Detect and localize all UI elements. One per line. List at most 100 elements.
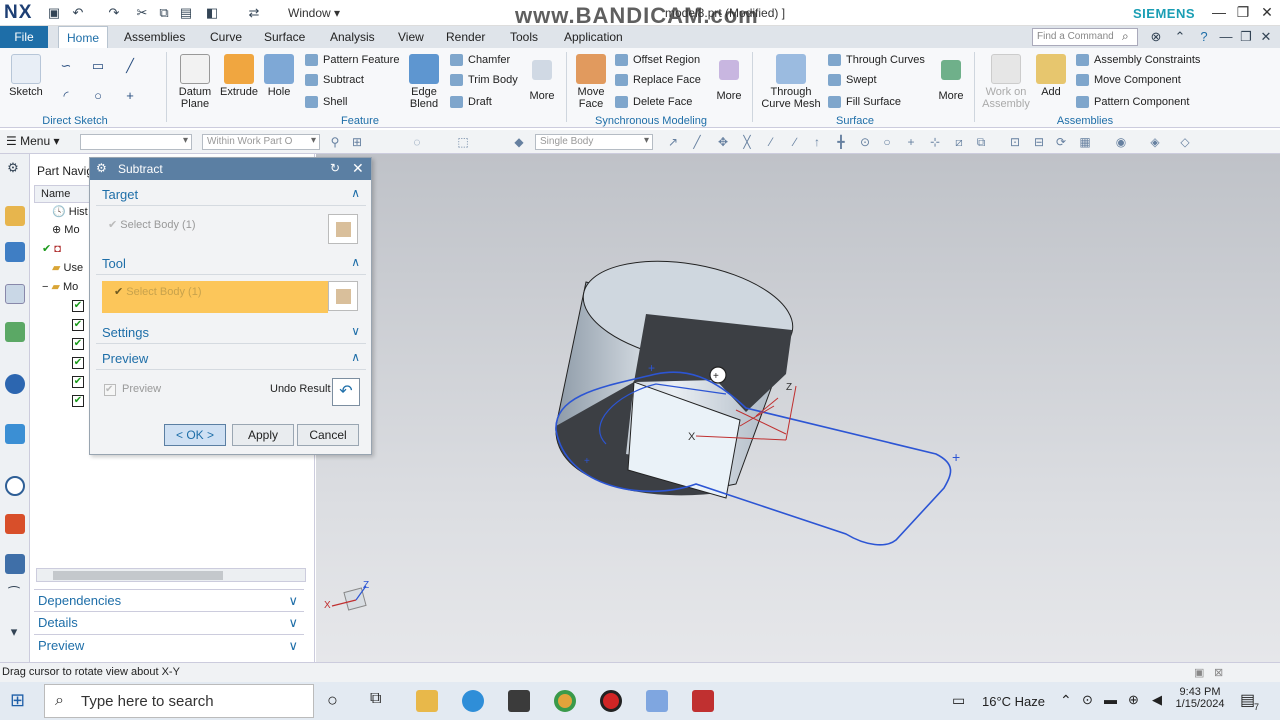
settings-gear-icon[interactable]: ⚙ — [5, 160, 21, 176]
preview-panel[interactable]: Preview ∨ — [34, 634, 304, 656]
type-filter-select[interactable] — [80, 134, 192, 150]
preview-checkbox[interactable]: ✔ — [104, 384, 116, 396]
file-explorer-icon[interactable] — [416, 690, 438, 712]
part-navigator-icon[interactable] — [5, 284, 25, 304]
touch-mode-icon[interactable]: ◧ — [204, 5, 220, 21]
fullscreen-icon[interactable]: ▣ — [1194, 666, 1204, 679]
undo-result-button[interactable]: ↶ — [332, 378, 360, 406]
zoom-icon[interactable]: ⊟ — [1032, 135, 1046, 149]
tray-expand-icon[interactable]: ⌃ — [1060, 692, 1072, 709]
sketch-button[interactable]: Sketch — [6, 54, 46, 98]
web-browser-icon[interactable] — [5, 374, 25, 394]
window-menu[interactable]: Window ▾ — [288, 6, 340, 20]
swept-button[interactable]: Swept — [828, 72, 877, 88]
sync-more-button[interactable]: More — [712, 54, 746, 102]
task-view-icon[interactable]: ⧉ — [370, 690, 381, 708]
move-component-button[interactable]: Move Component — [1076, 72, 1181, 88]
part-minimize-icon[interactable]: — — [1218, 29, 1234, 45]
fit-view-icon[interactable]: ⊡ — [1008, 135, 1022, 149]
snap-quadrant-icon[interactable]: ○ — [880, 135, 894, 149]
visibility-checkbox[interactable]: ✔ — [72, 395, 84, 408]
hole-button[interactable]: Hole — [262, 54, 296, 98]
solidworks-icon[interactable] — [692, 690, 714, 712]
snap-onpoint-icon[interactable]: ⊹ — [928, 135, 942, 149]
table-row[interactable]: ✔ — [72, 316, 84, 334]
snap-intersection-icon[interactable]: ╳ — [740, 135, 754, 149]
orient-view-icon[interactable]: ▦ — [1078, 135, 1092, 149]
tab-curve[interactable]: Curve — [202, 26, 250, 48]
snap-midpoint-icon[interactable]: ╱ — [690, 135, 704, 149]
language-icon[interactable]: ⊕ — [1128, 692, 1139, 708]
message-icon[interactable]: ⊠ — [1214, 666, 1223, 679]
snap-bounded-icon[interactable]: ⧉ — [974, 135, 988, 149]
layer-icon[interactable]: ◇ — [1178, 135, 1192, 149]
replace-face-button[interactable]: Replace Face — [615, 72, 701, 88]
list-item[interactable]: 🕓 Hist — [52, 203, 88, 221]
snap-line-icon[interactable]: ∕ — [788, 135, 802, 149]
list-item[interactable]: ▰ Use — [52, 259, 83, 277]
snap-point-icon[interactable]: + — [904, 135, 918, 149]
part-restore-icon[interactable]: ❐ — [1238, 29, 1254, 45]
table-row[interactable]: ✔ — [72, 354, 84, 372]
list-item[interactable]: ✔ ◘ — [42, 240, 61, 258]
gear-icon[interactable]: ⚙ — [96, 161, 107, 175]
visibility-checkbox[interactable]: ✔ — [72, 300, 84, 313]
roles-icon[interactable]: ⁀ — [6, 586, 22, 602]
through-curve-mesh-button[interactable]: Through Curve Mesh — [758, 54, 824, 110]
list-item[interactable]: ⊕ Mo — [52, 221, 80, 239]
tab-surface[interactable]: Surface — [256, 26, 313, 48]
point-icon[interactable]: + — [122, 88, 138, 104]
profile-icon[interactable]: ∽ — [58, 58, 74, 74]
body-rule-select[interactable]: Single Body — [535, 134, 653, 150]
chrome-icon[interactable] — [554, 690, 576, 712]
tab-assemblies[interactable]: Assemblies — [116, 26, 193, 48]
table-row[interactable]: ✔ — [72, 297, 84, 315]
tab-view[interactable]: View — [390, 26, 432, 48]
selection-scope-select[interactable]: Within Work Part O — [202, 134, 320, 150]
clock-icon[interactable] — [5, 476, 25, 496]
move-face-button[interactable]: Move Face — [572, 54, 610, 110]
subtract-button[interactable]: Subtract — [305, 72, 364, 88]
through-curves-button[interactable]: Through Curves — [828, 52, 925, 68]
constraint-navigator-icon[interactable] — [5, 242, 25, 262]
volume-icon[interactable]: ◀ — [1152, 692, 1162, 708]
taskbar-search-input[interactable]: ⌕ Type here to search — [44, 684, 314, 718]
undo-icon[interactable]: ↶ — [70, 5, 86, 21]
copy-icon[interactable]: ⧉ — [156, 5, 172, 21]
shell-button[interactable]: Shell — [305, 94, 347, 110]
snap-face-icon[interactable]: ⧄ — [952, 135, 966, 149]
tab-home[interactable]: Home — [58, 26, 109, 48]
nx-app-icon[interactable] — [646, 690, 668, 712]
system-clock[interactable]: 9:43 PM 1/15/2024 — [1174, 686, 1226, 710]
tab-application[interactable]: Application — [556, 26, 631, 48]
table-row[interactable]: ✔ — [72, 392, 84, 410]
snap-endpoint-icon[interactable]: ↗ — [666, 135, 680, 149]
view-cube-icon[interactable]: ◈ — [1148, 135, 1162, 149]
assembly-constraints-button[interactable]: Assembly Constraints — [1076, 52, 1200, 68]
history-icon[interactable] — [5, 424, 25, 444]
datum-plane-button[interactable]: Datum Plane — [174, 54, 216, 110]
render-style-icon[interactable]: ◉ — [1114, 135, 1128, 149]
delete-face-button[interactable]: Delete Face — [615, 94, 692, 110]
details-panel[interactable]: Details ∨ — [34, 611, 304, 633]
body-select-button[interactable] — [328, 281, 358, 311]
tool-section[interactable]: Tool ∧ — [96, 253, 366, 275]
surface-more-button[interactable]: More — [934, 54, 968, 102]
scrollbar-thumb[interactable] — [53, 571, 223, 580]
help-icon[interactable]: ? — [1196, 29, 1212, 45]
edge-blend-button[interactable]: Edge Blend — [402, 54, 446, 110]
pattern-component-button[interactable]: Pattern Component — [1076, 94, 1189, 110]
visibility-checkbox[interactable]: ✔ — [72, 376, 84, 389]
reset-icon[interactable]: ↻ — [330, 161, 340, 175]
collapse-ribbon-icon[interactable]: ⌃ — [1172, 29, 1188, 45]
redo-icon[interactable]: ↷ — [106, 5, 122, 21]
maximize-button[interactable]: ❐ — [1232, 4, 1254, 21]
tab-file[interactable]: File — [0, 26, 48, 48]
dependencies-panel[interactable]: Dependencies ∨ — [34, 589, 304, 611]
network-status-icon[interactable]: ⊙ — [1082, 692, 1093, 708]
lasso-icon[interactable]: ◌ — [410, 135, 424, 149]
part-close-icon[interactable]: ✕ — [1258, 29, 1274, 45]
preview-section[interactable]: Preview ∧ — [96, 348, 366, 370]
list-item[interactable]: − ▰ Mo — [42, 278, 78, 296]
line-icon[interactable]: ╱ — [122, 58, 138, 74]
